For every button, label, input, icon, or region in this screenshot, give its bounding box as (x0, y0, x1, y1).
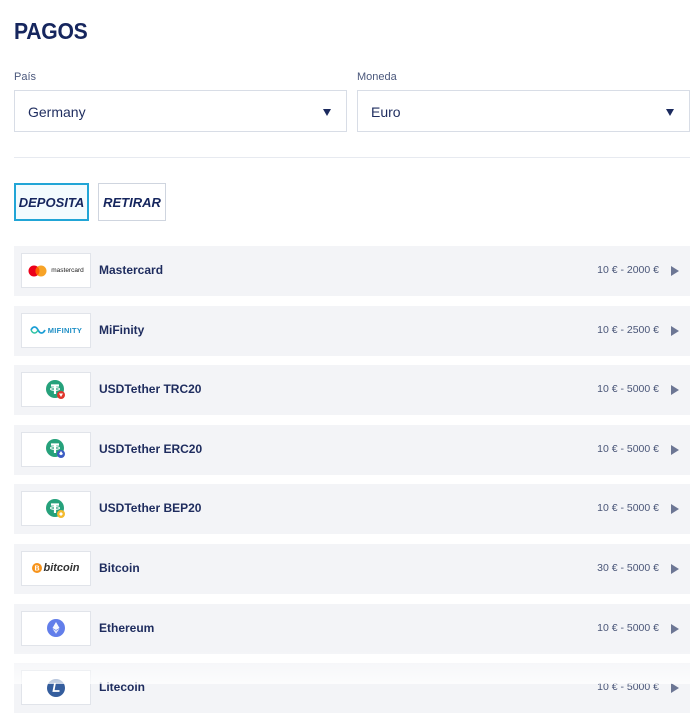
chevron-right-icon (671, 504, 679, 515)
method-name: MiFinity (99, 322, 145, 337)
method-limits: 10 € - 5000 € (597, 502, 659, 515)
country-select-value: Germany (28, 104, 86, 120)
country-label: País (14, 71, 37, 83)
tether-erc20-icon (46, 439, 65, 459)
method-name: Bitcoin (99, 560, 140, 575)
tab-deposit[interactable]: DEPOSITA (14, 183, 89, 221)
method-limits: 10 € - 5000 € (597, 621, 659, 634)
chevron-right-icon (671, 385, 679, 396)
method-limits: 10 € - 5000 € (597, 442, 659, 455)
currency-select-value: Euro (371, 104, 401, 120)
mifinity-logo: MIFINITY (21, 312, 91, 348)
method-limits: 30 € - 5000 € (597, 561, 659, 574)
mifinity-logo-text: MIFINITY (47, 325, 83, 335)
tether-trc20-icon (46, 379, 65, 399)
payment-method-litecoin[interactable]: Litecoin 10 € - 5000 € (14, 663, 690, 714)
payment-methods-list: mastercard Mastercard 10 € - 2000 € MIFI… (14, 246, 690, 723)
section-divider (14, 157, 690, 158)
bitcoin-icon: B (32, 563, 43, 574)
method-name: Mastercard (99, 263, 164, 277)
caret-down-icon (323, 109, 331, 116)
method-name: Ethereum (99, 620, 155, 635)
payment-method-usdt-trc20[interactable]: USDTether TRC20 10 € - 5000 € (14, 365, 690, 416)
mifinity-wave-icon (29, 326, 46, 334)
method-name: USDTether BEP20 (99, 501, 202, 516)
currency-select[interactable]: Euro (357, 90, 690, 132)
currency-label: Moneda (357, 71, 397, 83)
method-name: USDTether ERC20 (99, 441, 203, 456)
chevron-right-icon (671, 266, 679, 276)
chevron-right-icon (671, 623, 679, 634)
method-name: USDTether TRC20 (99, 382, 202, 397)
page-title: PAGOS (14, 18, 88, 44)
mastercard-circles-icon (28, 265, 47, 276)
method-limits: 10 € - 5000 € (597, 681, 659, 694)
payment-method-mastercard[interactable]: mastercard Mastercard 10 € - 2000 € (14, 246, 690, 296)
chevron-right-icon (671, 325, 679, 336)
bitcoin-logo-text: bitcoin (43, 562, 80, 575)
tab-withdraw[interactable]: RETIRAR (98, 183, 166, 221)
method-limits: 10 € - 2500 € (597, 323, 659, 336)
ethereum-logo (21, 610, 91, 646)
bitcoin-logo: B bitcoin (21, 550, 91, 586)
tether-erc20-logo (21, 431, 91, 467)
chevron-right-icon (671, 683, 679, 694)
method-name: Litecoin (99, 680, 146, 695)
method-limits: 10 € - 2000 € (597, 264, 659, 276)
litecoin-logo (21, 670, 91, 706)
caret-down-icon (666, 109, 674, 116)
chevron-right-icon (671, 444, 679, 455)
svg-text:B: B (35, 566, 40, 573)
country-select[interactable]: Germany (14, 90, 347, 132)
chevron-right-icon (671, 563, 679, 574)
payment-method-usdt-bep20[interactable]: USDTether BEP20 10 € - 5000 € (14, 484, 690, 535)
litecoin-icon (47, 678, 65, 697)
payment-method-bitcoin[interactable]: B bitcoin Bitcoin 30 € - 5000 € (14, 543, 690, 594)
payment-method-usdt-erc20[interactable]: USDTether ERC20 10 € - 5000 € (14, 424, 690, 475)
mastercard-logo-text: mastercard (51, 267, 84, 274)
tether-bep20-icon (46, 498, 65, 518)
ethereum-icon (47, 619, 65, 638)
tether-bep20-logo (21, 491, 91, 527)
payment-method-ethereum[interactable]: Ethereum 10 € - 5000 € (14, 603, 690, 654)
mastercard-logo: mastercard (21, 253, 91, 288)
payment-method-mifinity[interactable]: MIFINITY MiFinity 10 € - 2500 € (14, 305, 690, 356)
method-limits: 10 € - 5000 € (597, 383, 659, 396)
tether-trc20-logo (21, 372, 91, 408)
